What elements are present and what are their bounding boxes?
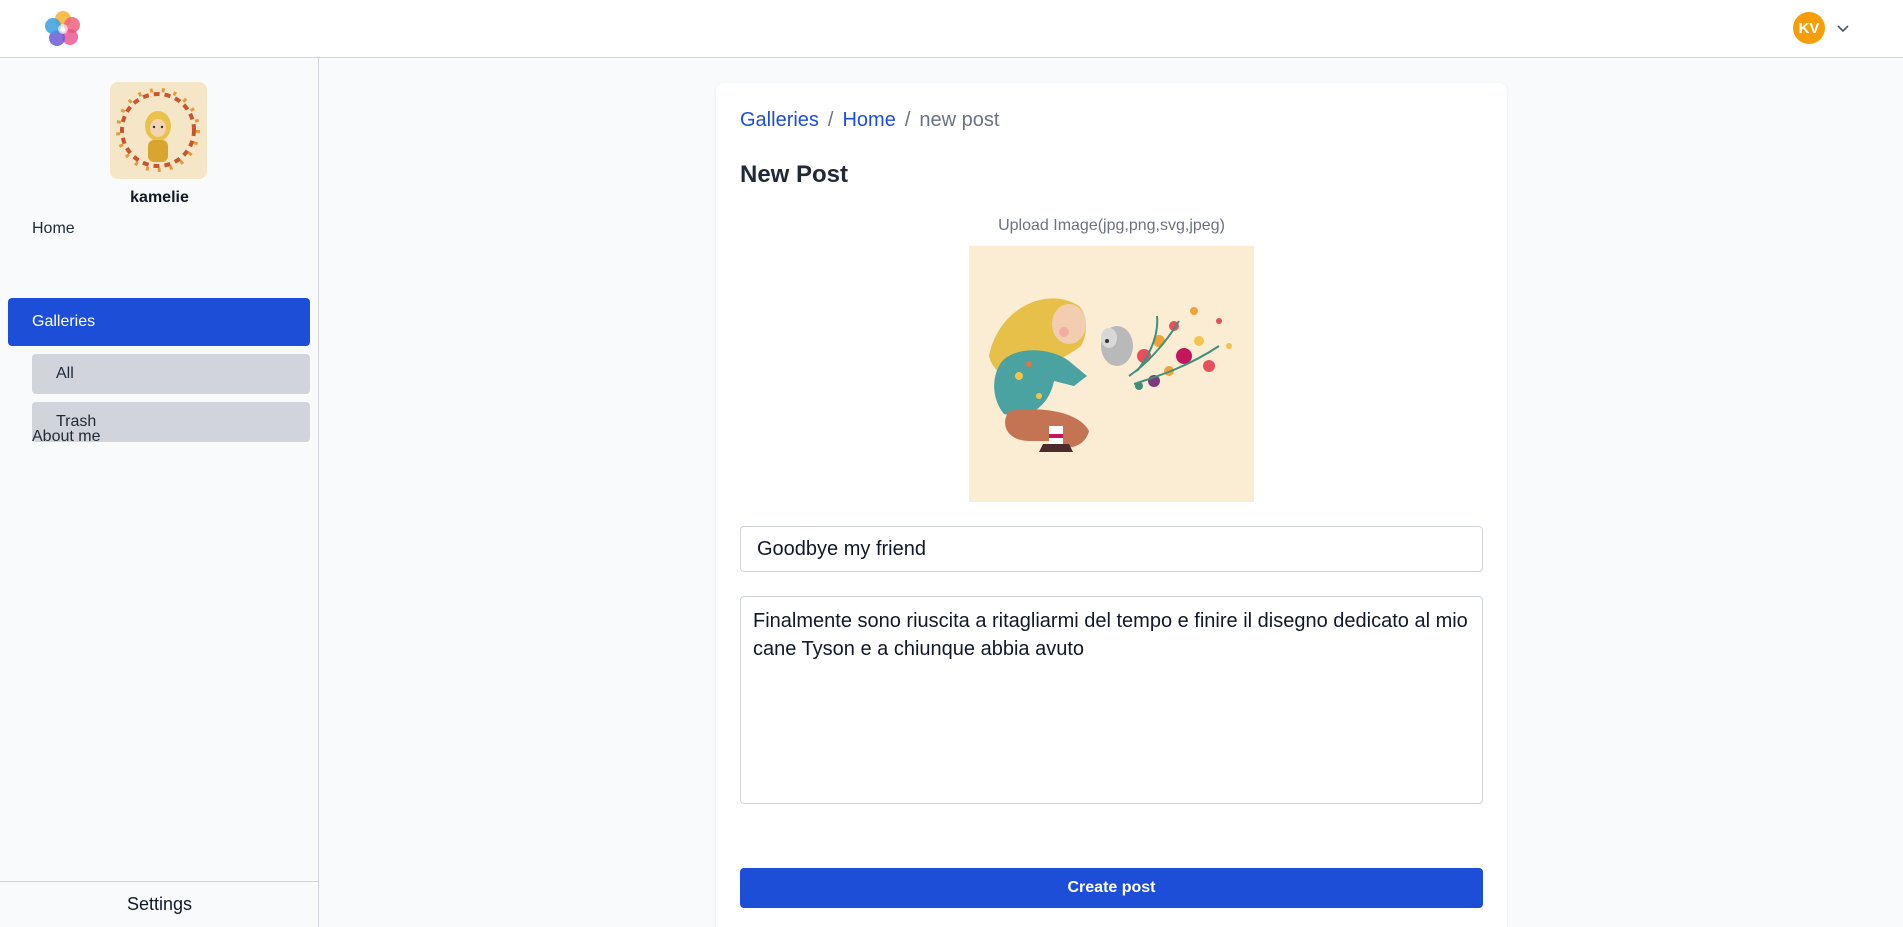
- create-post-button[interactable]: Create post: [740, 868, 1483, 908]
- sidebar-subitem-all[interactable]: All: [32, 354, 310, 394]
- breadcrumb-separator: /: [827, 109, 834, 131]
- sidebar: kamelie Home Galleries All Trash About m…: [0, 58, 319, 927]
- user-avatar[interactable]: KV: [1793, 12, 1825, 44]
- breadcrumb-separator: /: [904, 109, 911, 131]
- sidebar-subitem-label: All: [56, 365, 74, 382]
- pinwheel-logo-icon[interactable]: [44, 10, 82, 48]
- settings-button[interactable]: Settings: [0, 881, 319, 927]
- sidebar-item-home[interactable]: Home: [8, 205, 310, 253]
- breadcrumb-link-home[interactable]: Home: [842, 109, 895, 132]
- page-title: New Post: [740, 161, 849, 188]
- upload-image-label: Upload Image(jpg,png,svg,jpeg): [998, 217, 1225, 234]
- profile-illustration: [110, 82, 207, 179]
- sidebar-item-label: Home: [32, 220, 75, 237]
- post-description-textarea[interactable]: Finalmente sono riuscita a ritagliarmi d…: [740, 596, 1483, 804]
- sidebar-item-about-me[interactable]: About me: [8, 413, 310, 461]
- breadcrumb-link-galleries[interactable]: Galleries: [740, 109, 819, 132]
- sidebar-item-label: Galleries: [32, 313, 96, 330]
- post-title-input[interactable]: [740, 526, 1483, 572]
- new-post-card: Galleries / Home / new post New Post Upl…: [716, 83, 1507, 927]
- profile-picture: [110, 82, 207, 179]
- breadcrumb: Galleries / Home / new post: [740, 109, 999, 132]
- user-menu[interactable]: KV: [1793, 12, 1851, 44]
- uploaded-illustration: [969, 246, 1254, 502]
- sidebar-item-galleries[interactable]: Galleries: [8, 298, 310, 346]
- sidebar-item-label: About me: [32, 428, 101, 445]
- chevron-down-icon[interactable]: [1835, 20, 1851, 36]
- image-upload-preview[interactable]: [969, 246, 1254, 502]
- top-bar: KV: [0, 0, 1903, 58]
- breadcrumb-current: new post: [919, 109, 1000, 131]
